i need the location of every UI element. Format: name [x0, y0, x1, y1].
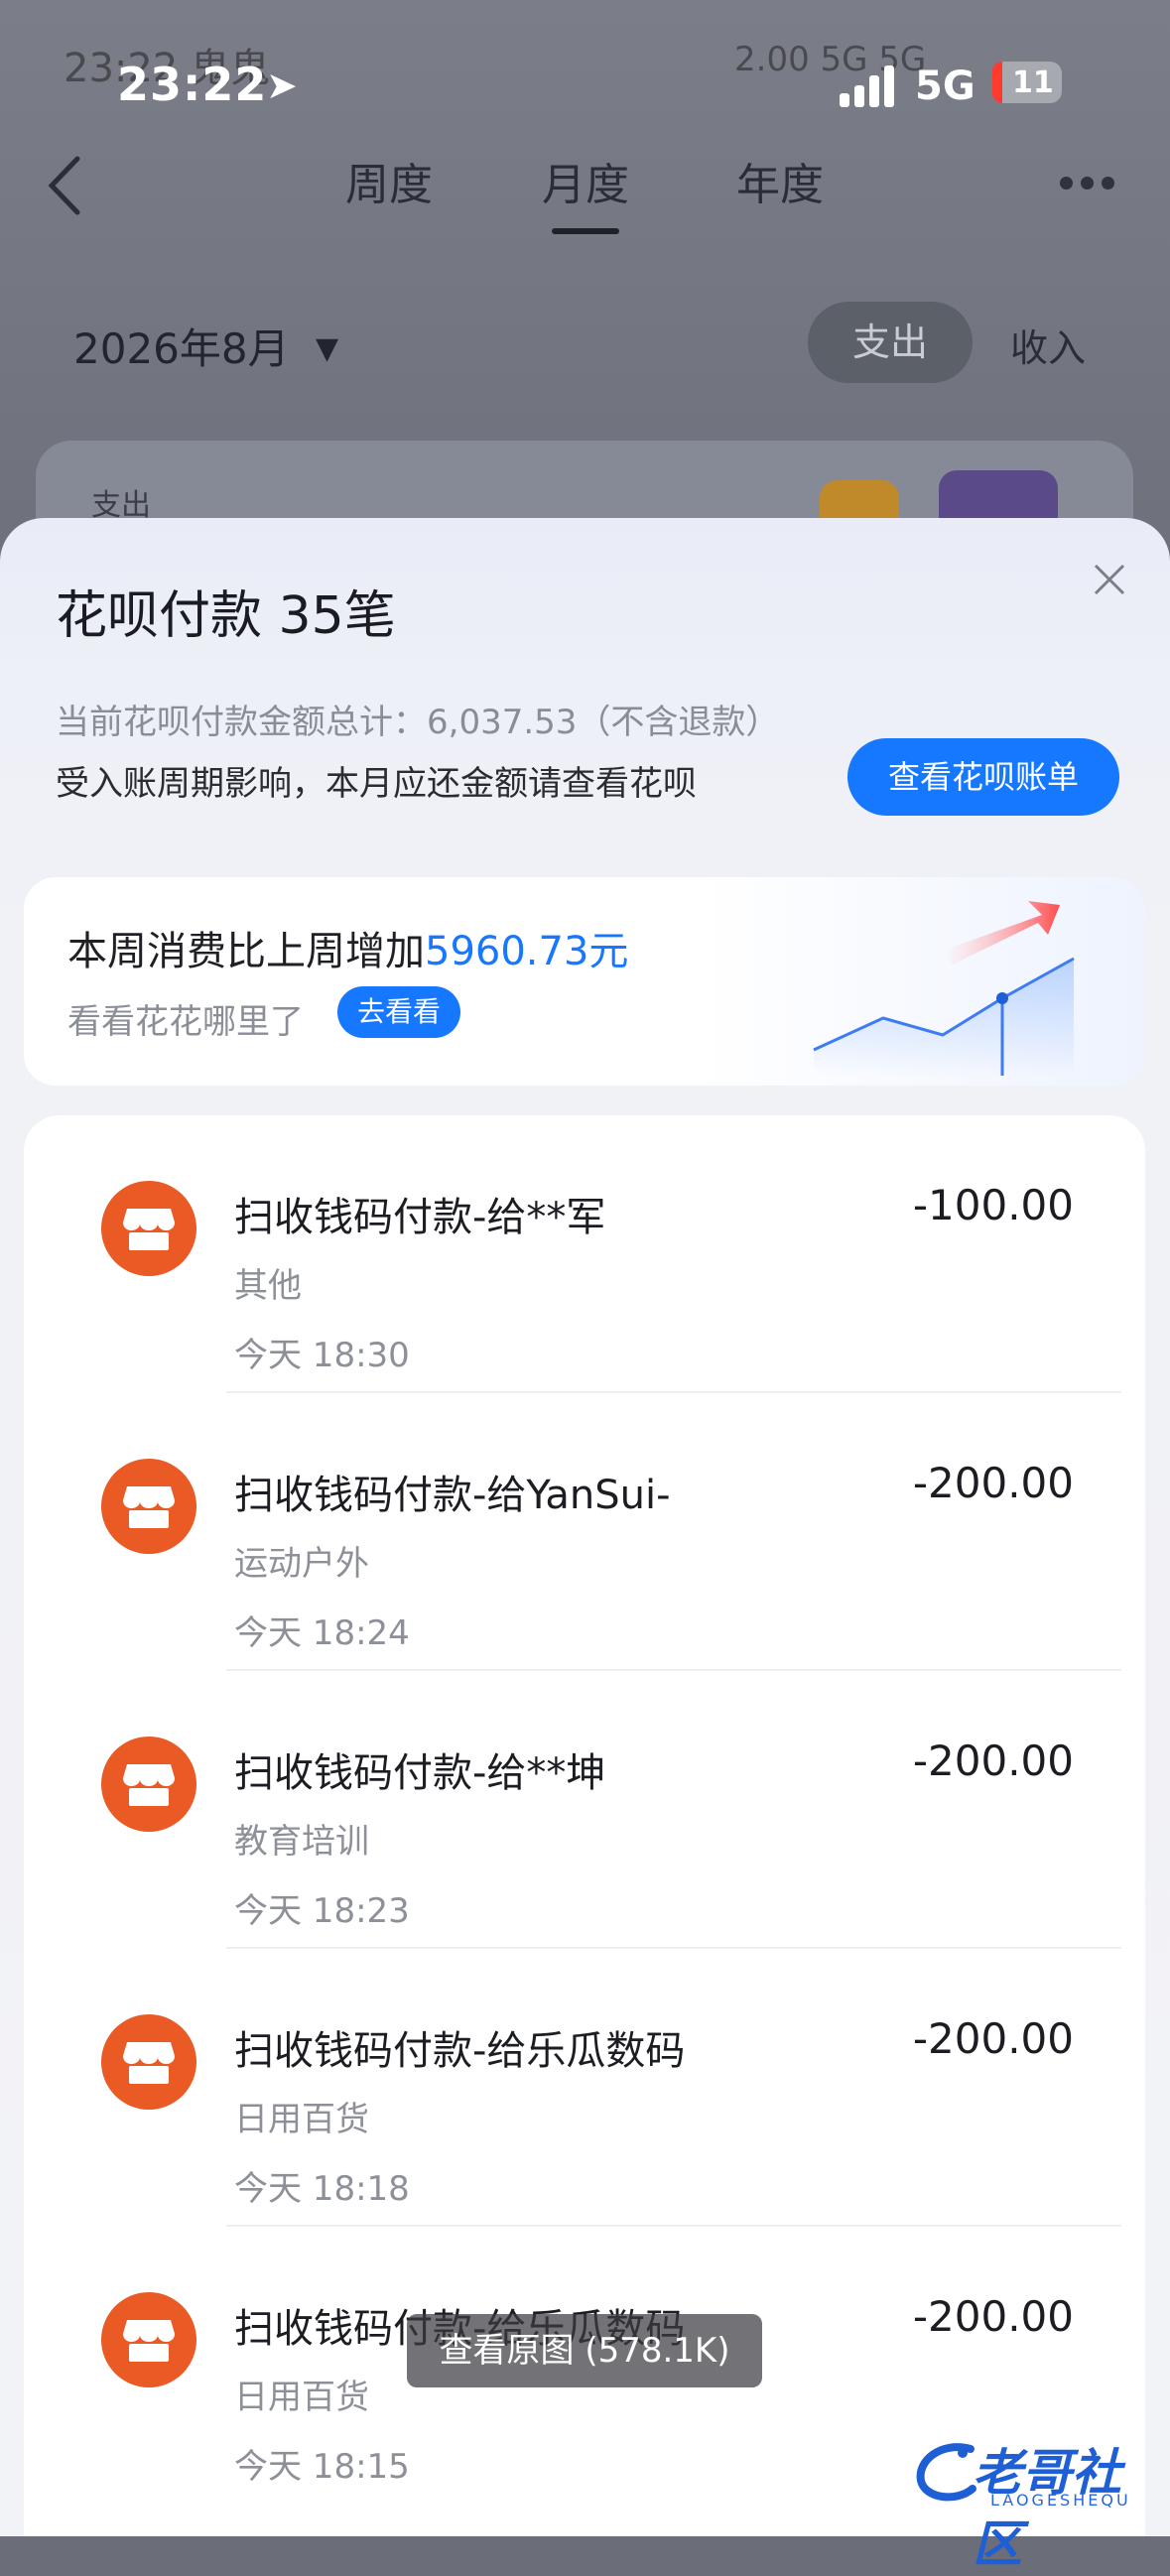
transaction-row[interactable]: 扫收钱码付款-给**军 其他 今天 18:30 -100.00 [24, 1115, 1145, 1393]
transaction-category: 教育培训 [234, 1822, 369, 1862]
status-time: 23:22 [117, 58, 268, 111]
transaction-category: 日用百货 [234, 2378, 369, 2417]
income-toggle[interactable]: 收入 [1010, 318, 1086, 372]
location-arrow-icon: ➤ [266, 64, 298, 107]
transaction-row[interactable]: 扫收钱码付款-给**坤 教育培训 今天 18:23 -200.00 [24, 1671, 1145, 1949]
sheet-title: 花呗付款 35笔 [56, 586, 396, 646]
billing-notice: 受入账周期影响，本月应还金额请查看花呗 [56, 764, 697, 804]
view-huabei-bill-button[interactable]: 查看花呗账单 [847, 738, 1119, 816]
payment-total-info: 当前花呗付款金额总计：6,037.53（不含退款） [56, 703, 780, 742]
weekly-subtext: 看看花花哪里了 [67, 1002, 304, 1042]
transaction-category: 其他 [234, 1266, 302, 1306]
expense-toggle[interactable]: 支出 [808, 302, 973, 383]
merchant-store-icon [101, 2014, 196, 2110]
battery-icon: 11 [992, 62, 1062, 103]
month-selector[interactable]: 2026年8月 [73, 316, 290, 376]
network-type: 5G [915, 64, 975, 109]
transaction-category: 运动户外 [234, 1544, 369, 1584]
transaction-amount: -200.00 [912, 2014, 1074, 2063]
transaction-amount: -100.00 [912, 1181, 1074, 1229]
transaction-category: 日用百货 [234, 2100, 369, 2139]
merchant-store-icon [101, 1737, 196, 1832]
transaction-time: 今天 18:30 [234, 1336, 410, 1375]
back-arrow-icon[interactable] [38, 151, 97, 220]
transaction-row[interactable]: 扫收钱码付款-给YanSui- 运动户外 今天 18:24 -200.00 [24, 1393, 1145, 1671]
transaction-title: 扫收钱码付款-给**坤 [234, 1750, 606, 1796]
transaction-title: 扫收钱码付款-给**军 [234, 1195, 606, 1240]
tab-weekly[interactable]: 周度 [345, 149, 433, 212]
signal-bars-icon [840, 64, 899, 107]
view-original-image-button[interactable]: 查看原图 (578.1K) [407, 2314, 762, 2387]
weekly-comparison-card[interactable]: 本周消费比上周增加5960.73元 看看花花哪里了 去看看 [24, 877, 1145, 1086]
transaction-amount: -200.00 [912, 2292, 1074, 2341]
transaction-title: 扫收钱码付款-给乐瓜数码 [234, 2028, 686, 2074]
transaction-time: 今天 18:15 [234, 2447, 410, 2487]
merchant-store-icon [101, 2292, 196, 2387]
go-look-button[interactable]: 去看看 [337, 986, 460, 1038]
period-nav: 周度 月度 年度 [0, 129, 1170, 238]
huabei-payment-sheet: 花呗付款 35笔 当前花呗付款金额总计：6,037.53（不含退款） 受入账周期… [0, 518, 1170, 2536]
month-filter-row: 2026年8月 ▼ 支出 收入 [0, 288, 1170, 397]
transaction-row[interactable]: 扫收钱码付款-给乐瓜数码 日用百货 今天 18:18 -200.00 [24, 1949, 1145, 2227]
weekly-comparison-text: 本周消费比上周增加5960.73元 [67, 929, 629, 974]
weekly-increase-amount: 5960.73元 [425, 929, 629, 974]
close-icon[interactable] [1088, 558, 1131, 601]
transaction-amount: -200.00 [912, 1459, 1074, 1507]
merchant-store-icon [101, 1459, 196, 1554]
merchant-store-icon [101, 1181, 196, 1276]
transaction-amount: -200.00 [912, 1737, 1074, 1785]
tab-monthly[interactable]: 月度 [542, 149, 629, 234]
transaction-title: 扫收钱码付款-给YanSui- [234, 1473, 671, 1518]
watermark-subtext: LAOGESHEQU [990, 2491, 1131, 2510]
more-options-icon[interactable] [1060, 173, 1119, 193]
caret-down-icon[interactable]: ▼ [316, 331, 338, 366]
transaction-time: 今天 18:18 [234, 2169, 410, 2209]
transaction-time: 今天 18:24 [234, 1613, 410, 1653]
watermark-logo: 老哥社区 LAOGESHEQU [911, 2429, 1159, 2573]
battery-level: 11 [1012, 65, 1054, 100]
tab-yearly[interactable]: 年度 [736, 149, 824, 212]
transaction-time: 今天 18:23 [234, 1891, 410, 1931]
dragon-logo-icon [916, 2443, 976, 2502]
trend-up-illustration-icon [813, 901, 1075, 1076]
